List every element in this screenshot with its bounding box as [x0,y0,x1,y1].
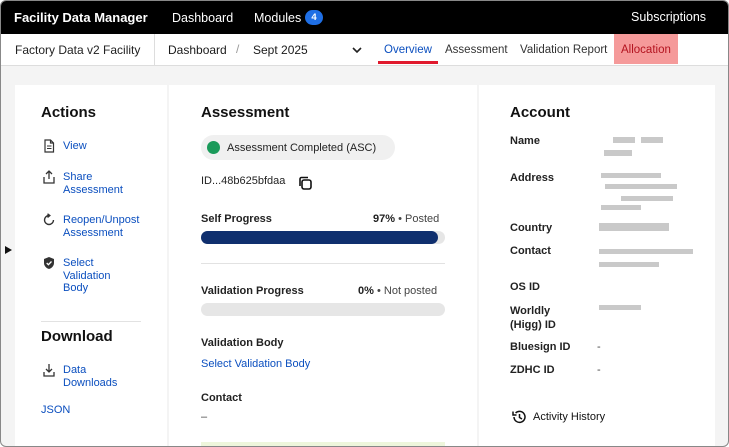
self-progress-bar [201,231,445,244]
chevron-down-icon[interactable] [351,44,363,56]
redacted-contact [599,249,693,254]
action-reopen-unpost[interactable]: Reopen/Unpost Assessment [63,214,153,239]
download-icon [43,364,55,377]
validation-progress-state: • Not posted [376,285,438,297]
history-icon [512,410,526,424]
account-worldly-id-label: Worldly (Higg) ID [510,305,556,331]
validation-body-label: Validation Body [201,337,284,349]
validation-progress-percent: 0% [358,285,374,297]
self-progress-fill [201,231,438,244]
divider [41,321,141,322]
nav-dashboard[interactable]: Dashboard [172,11,233,25]
download-json[interactable]: JSON [41,404,70,417]
nav-subscriptions[interactable]: Subscriptions [631,10,706,24]
account-address-label: Address [510,172,555,184]
tab-allocation[interactable]: Allocation [621,44,671,56]
account-name-label: Name [510,135,540,147]
breadcrumb-dashboard[interactable]: Dashboard [168,43,227,57]
notice-strip [201,442,445,446]
contact-label: Contact [201,392,242,404]
nav-modules[interactable]: Modules [254,11,301,25]
shield-icon [44,257,54,269]
account-bluesign-value: - [597,341,601,353]
period-select[interactable]: Sept 2025 [253,43,308,57]
redacted-country [599,223,669,231]
redacted-contact [599,262,659,267]
modules-count-badge: 4 [305,10,323,25]
redacted-name [641,137,663,143]
redacted-address [605,184,677,189]
self-progress-state: • Posted [398,213,440,225]
redacted-address [601,173,661,178]
action-select-validation-body[interactable]: Select Validation Body [63,257,123,295]
contact-value: – [201,411,208,423]
divider [201,263,445,264]
share-icon [43,170,55,184]
validation-progress-bar [201,303,445,316]
download-title: Download [41,328,113,345]
divider [154,34,155,66]
action-view[interactable]: View [63,140,87,153]
account-zdhc-value: - [597,364,601,376]
account-title: Account [510,104,570,121]
tab-validation-report[interactable]: Validation Report [520,44,607,56]
account-bluesign-label: Bluesign ID [510,341,571,353]
validation-progress-label: Validation Progress [201,285,304,297]
activity-history-link[interactable]: Activity History [533,411,605,423]
redacted-address [621,196,673,201]
assessment-id: ID...48b625bfdaa [201,175,286,187]
self-progress-label: Self Progress [201,213,272,225]
download-data-downloads[interactable]: Data Downloads [63,364,133,389]
status-text: Assessment Completed (ASC) [227,142,377,154]
actions-title: Actions [41,104,97,121]
reopen-icon [43,213,55,226]
assessment-title: Assessment [201,104,290,121]
account-os-id-label: OS ID [510,281,540,293]
account-contact-label: Contact [510,245,551,257]
action-share-assessment[interactable]: Share Assessment [63,171,143,196]
active-tab-indicator [378,61,438,64]
breadcrumb-separator: / [236,42,240,56]
redacted-worldly-id [599,305,641,310]
app-brand[interactable]: Facility Data Manager [14,10,148,25]
account-zdhc-label: ZDHC ID [510,364,555,376]
facility-name[interactable]: Factory Data v2 Facility [15,43,140,57]
copy-icon[interactable] [297,175,313,191]
document-icon [44,139,55,153]
tab-assessment[interactable]: Assessment [445,44,508,56]
select-validation-body-link[interactable]: Select Validation Body [201,358,310,371]
redacted-name [604,150,632,156]
collapse-arrow-icon[interactable] [5,246,12,254]
status-dot [207,141,220,154]
app-window: Facility Data Manager Dashboard Modules … [0,0,729,447]
self-progress-percent: 97% [373,213,396,225]
account-country-label: Country [510,222,553,234]
top-nav-bar: Facility Data Manager Dashboard Modules … [1,1,728,34]
tab-overview[interactable]: Overview [384,44,432,56]
redacted-name [613,137,635,143]
redacted-address [601,205,641,210]
